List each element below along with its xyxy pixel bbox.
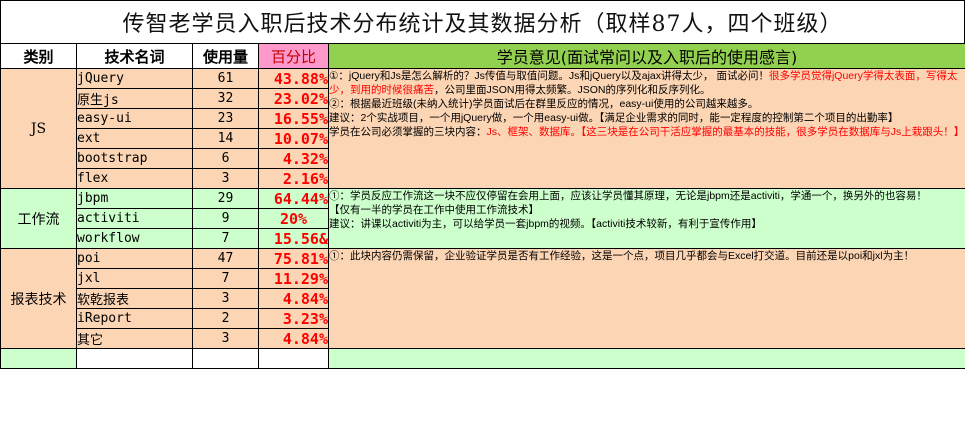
percent-cell: 15.56& (258, 228, 329, 249)
count-cell: 61 (192, 68, 259, 89)
tech-cell: 软乾报表 (76, 288, 193, 309)
header-category: 类别 (0, 43, 77, 69)
header-count: 使用量 (192, 43, 259, 69)
count-cell (192, 348, 259, 369)
opinion-cell: ①：学员反应工作流这一块不应仅停留在会用上面，应该让学员懂其原理，无论是jbpm… (328, 188, 965, 249)
tech-cell: flex (76, 168, 193, 189)
note-text: 建议：讲课以activiti为主，可以给学员一套jbpm的视频。【activit… (329, 218, 762, 230)
tech-cell: jbpm (76, 188, 193, 209)
table-row: 工作流 jbpm 29 64.44% ①：学员反应工作流这一块不应仅停留在会用上… (0, 188, 965, 249)
tech-cell: workflow (76, 228, 193, 249)
count-cell: 6 (192, 148, 259, 169)
category-cell: JS (0, 68, 77, 189)
note-text: ①：学员反应工作流这一块不应仅停留在会用上面，应该让学员懂其原理，无论是jbpm… (329, 190, 927, 202)
opinion-cell (328, 348, 965, 369)
tech-table: 类别 技术名词 使用量 百分比 学员意见(面试常问以及入职后的使用感言) JS … (0, 43, 965, 369)
percent-cell (258, 348, 329, 369)
count-cell: 9 (192, 208, 259, 229)
note-text: ①：此块内容仍需保留，企业验证学员是否有工作经验，这是一个点，项目几乎都会与Ex… (329, 250, 915, 262)
tech-cell (76, 348, 193, 369)
percent-cell: 4.84% (258, 328, 329, 349)
tech-cell: easy-ui (76, 108, 193, 129)
table-row: 报表技术 poi 47 75.81% ①：此块内容仍需保留，企业验证学员是否有工… (0, 248, 965, 349)
percent-cell: 64.44% (258, 188, 329, 209)
percent-cell: 20% (258, 208, 329, 229)
tech-cell: 原生js (76, 88, 193, 109)
opinion-cell: ①：此块内容仍需保留，企业验证学员是否有工作经验，这是一个点，项目几乎都会与Ex… (328, 248, 965, 349)
spreadsheet: 传智老学员入职后技术分布统计及其数据分析（取样87人，四个班级） 类别 技术名词… (0, 0, 965, 437)
count-cell: 14 (192, 128, 259, 149)
note-text: 学员在公司必须掌握的三块内容： (329, 126, 487, 138)
count-cell: 7 (192, 228, 259, 249)
header-tech-name: 技术名词 (76, 43, 193, 69)
table-row-cutoff (0, 348, 965, 369)
count-cell: 2 (192, 308, 259, 329)
table-row: JS jQuery 61 43.88% ①：jQuery和Js是怎么解析的？Js… (0, 68, 965, 189)
tech-cell: 其它 (76, 328, 193, 349)
count-cell: 3 (192, 168, 259, 189)
category-cell: 报表技术 (0, 248, 77, 349)
percent-cell: 2.16% (258, 168, 329, 189)
percent-cell: 11.29% (258, 268, 329, 289)
opinion-cell: ①：jQuery和Js是怎么解析的？Js传值与取值问题。Js和jQuery以及a… (328, 68, 965, 189)
count-cell: 23 (192, 108, 259, 129)
note-text: 【仅有一半的学员在工作中使用工作流技术】 (329, 204, 540, 216)
count-cell: 32 (192, 88, 259, 109)
percent-cell: 10.07% (258, 128, 329, 149)
sheet-title: 传智老学员入职后技术分布统计及其数据分析（取样87人，四个班级） (0, 0, 965, 43)
percent-cell: 43.88% (258, 68, 329, 89)
note-text: ①：jQuery和Js是怎么解析的？Js传值与取值问题。Js和jQuery以及a… (329, 70, 769, 82)
note-text: ②：根据最近班级(未纳入统计)学员面试后在群里反应的情况，easy-ui使用的公… (329, 98, 759, 110)
category-cell (0, 348, 77, 369)
note-text: 建议：2个实战项目，一个用jQuery做，一个用easy-ui做。【满足企业需求… (329, 112, 899, 124)
tech-cell: poi (76, 248, 193, 269)
tech-cell: activiti (76, 208, 193, 229)
tech-cell: jxl (76, 268, 193, 289)
note-text: ，公司里面JSON用得太频繁。JSON的序列化和反序列化。 (434, 84, 711, 96)
count-cell: 47 (192, 248, 259, 269)
percent-cell: 23.02% (258, 88, 329, 109)
percent-cell: 4.32% (258, 148, 329, 169)
header-percent: 百分比 (258, 43, 329, 69)
percent-cell: 3.23% (258, 308, 329, 329)
note-highlight: Js、框架、数据库。【这三块是在公司干活应掌握的最基本的技能，很多学员在数据库与… (486, 126, 965, 138)
tech-cell: ext (76, 128, 193, 149)
count-cell: 7 (192, 268, 259, 289)
percent-cell: 16.55% (258, 108, 329, 129)
header-row: 类别 技术名词 使用量 百分比 学员意见(面试常问以及入职后的使用感言) (0, 43, 965, 69)
tech-cell: bootstrap (76, 148, 193, 169)
tech-cell: iReport (76, 308, 193, 329)
percent-cell: 75.81% (258, 248, 329, 269)
category-cell: 工作流 (0, 188, 77, 249)
header-opinion: 学员意见(面试常问以及入职后的使用感言) (328, 43, 965, 69)
tech-cell: jQuery (76, 68, 193, 89)
count-cell: 29 (192, 188, 259, 209)
count-cell: 3 (192, 288, 259, 309)
count-cell: 3 (192, 328, 259, 349)
percent-cell: 4.84% (258, 288, 329, 309)
